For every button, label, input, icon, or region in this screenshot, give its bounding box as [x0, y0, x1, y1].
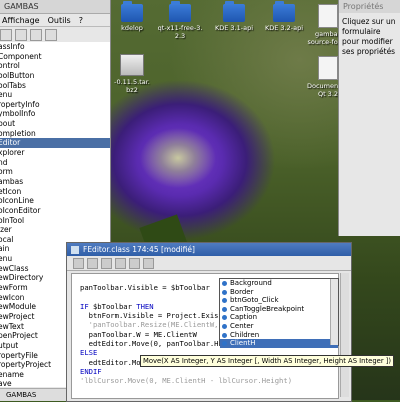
properties-title[interactable]: Propriétés	[339, 0, 400, 13]
project-tree-item[interactable]: oInTool	[0, 216, 110, 226]
signature-tooltip: Move(X AS Integer, Y AS Integer [, Width…	[140, 355, 395, 367]
autocomplete-item[interactable]: Border	[220, 288, 338, 297]
project-tree-item[interactable]: ambas	[0, 177, 110, 187]
desktop-icon-label: 2.3	[174, 32, 186, 40]
code-line[interactable]: ENDIF	[72, 367, 338, 376]
project-tree-item[interactable]: xplorer	[0, 148, 110, 158]
code-token: panToolbar.Visible = $bToolbar	[80, 283, 210, 293]
folder-icon	[223, 1, 245, 22]
toolbar-button-icon[interactable]	[87, 257, 98, 269]
code-token: panToolbar.W = ME.ClientW	[80, 329, 197, 339]
vertical-scrollbar[interactable]	[340, 273, 349, 397]
autocomplete-popup: Background Border btnGoto_Click CanToggleBr…	[219, 278, 339, 348]
project-tree-item[interactable]: assInfo	[0, 42, 110, 52]
editor-titlebar[interactable]: FEditor.class 174:45 [modifié]	[67, 243, 351, 256]
toolbar-button-icon[interactable]	[30, 29, 42, 41]
editor-toolbar	[67, 256, 351, 271]
code-token: $bToolbar	[92, 301, 137, 311]
autocomplete-item[interactable]: CanToggleBreakpoint	[220, 305, 338, 314]
document-icon	[318, 4, 338, 28]
code-token: ENDIF	[80, 366, 102, 376]
app-icon	[71, 245, 79, 254]
toolbar-button-icon[interactable]	[0, 29, 12, 41]
code-line[interactable]: 'lblCursor.Move(0, ME.ClientH - lblCurso…	[72, 376, 338, 385]
autocomplete-scrollbar[interactable]	[330, 279, 338, 345]
project-tree-item[interactable]: orm	[0, 167, 110, 177]
editor-title: FEditor.class 174:45 [modifié]	[83, 245, 195, 254]
project-tree-item[interactable]: ontrol	[0, 61, 110, 71]
folder-icon	[169, 1, 191, 22]
project-tree-item[interactable]: oolTabs	[0, 81, 110, 91]
code-token: 'lblCursor.Move(0, ME.ClientH - lblCurso…	[80, 376, 293, 386]
desktop-icon-qt-x11[interactable]: qt-x11-free-3. 2.3	[150, 1, 210, 40]
desktop-icon-label: bz2	[126, 86, 138, 94]
project-tree-item[interactable]: oolButton	[0, 71, 110, 81]
menu-affichage[interactable]: Affichage	[2, 16, 40, 25]
menu-bar: Affichage Outils ?	[0, 14, 110, 27]
project-tree-item[interactable]: Component	[0, 52, 110, 62]
autocomplete-item[interactable]: Center	[220, 322, 338, 331]
toolbar-button-icon[interactable]	[129, 257, 140, 269]
autocomplete-list: Background Border btnGoto_Click CanToggleBr…	[220, 279, 338, 348]
desktop-icon-label: -0.11.5.tar.	[114, 78, 150, 86]
window-title: GAMBAS	[4, 2, 39, 11]
code-token: ELSE	[80, 348, 98, 358]
desktop-icon-label: qt-x11-free-3.	[157, 24, 203, 32]
toolbar-button-icon[interactable]	[101, 257, 112, 269]
project-tree-item[interactable]: enu	[0, 90, 110, 100]
document-icon	[318, 56, 338, 80]
project-tree-item[interactable]: ymbolInfo	[0, 109, 110, 119]
autocomplete-item[interactable]: Background	[220, 279, 338, 288]
autocomplete-item[interactable]: Children	[220, 331, 338, 340]
menu-outils[interactable]: Outils	[48, 16, 71, 25]
project-tree-item[interactable]: etIcon	[0, 187, 110, 197]
properties-window: Propriétés Cliquez sur un formulaire pou…	[338, 0, 400, 236]
toolbar-button-icon[interactable]	[45, 29, 57, 41]
toolbar-button-icon[interactable]	[115, 257, 126, 269]
autocomplete-item[interactable]: Caption	[220, 313, 338, 322]
toolbar-button-icon[interactable]	[143, 257, 154, 269]
project-tree-item[interactable]: oIconLine	[0, 196, 110, 206]
project-tree-item[interactable]: izer	[0, 225, 110, 235]
toolbar-button-icon[interactable]	[73, 257, 84, 269]
project-tree-item[interactable]: Editor	[0, 138, 110, 149]
code-token: IF	[80, 301, 93, 311]
project-tree-item[interactable]: ropertyInfo	[0, 100, 110, 110]
project-tree-item[interactable]: bout	[0, 119, 110, 129]
project-tree-item[interactable]: nd	[0, 158, 110, 168]
folder-icon	[121, 1, 143, 22]
menu-help[interactable]: ?	[79, 16, 83, 25]
folder-icon	[273, 1, 295, 22]
desktop-icon-tarball[interactable]: -0.11.5.tar. bz2	[102, 54, 162, 94]
project-window-titlebar[interactable]: GAMBAS	[0, 0, 110, 14]
package-icon	[120, 54, 144, 76]
autocomplete-item[interactable]: btnGoto_Click	[220, 296, 338, 305]
project-tree-item[interactable]: ompletion	[0, 129, 110, 139]
toolbar-button-icon[interactable]	[15, 29, 27, 41]
autocomplete-item[interactable]: ClientH	[220, 339, 338, 348]
project-tree-item[interactable]: oIconEditor	[0, 206, 110, 216]
code-token: THEN	[136, 301, 154, 311]
properties-hint: Cliquez sur un formulaire pour modifier …	[342, 17, 396, 56]
